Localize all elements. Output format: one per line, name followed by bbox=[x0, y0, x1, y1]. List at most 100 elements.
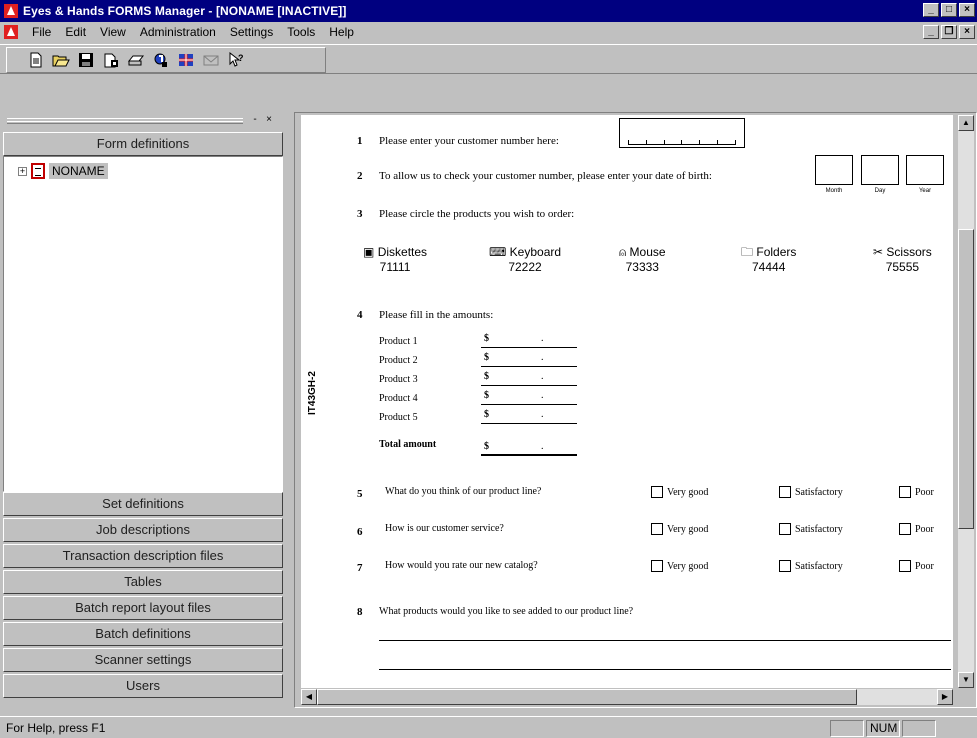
tree-item-noname[interactable]: + NONAME bbox=[18, 163, 108, 179]
vertical-scroll-thumb[interactable] bbox=[958, 229, 974, 529]
flag-icon[interactable] bbox=[175, 50, 196, 71]
print-icon[interactable] bbox=[125, 50, 146, 71]
scroll-down-icon[interactable]: ▼ bbox=[958, 672, 974, 688]
amount-field[interactable]: $. bbox=[481, 371, 577, 386]
amount-field[interactable]: $. bbox=[481, 333, 577, 348]
panel-close-button[interactable]: × bbox=[263, 115, 275, 127]
maximize-button[interactable]: □ bbox=[941, 3, 957, 17]
menu-tools[interactable]: Tools bbox=[280, 25, 322, 39]
section-set-definitions[interactable]: Set definitions bbox=[3, 492, 283, 516]
product-code: 71111 bbox=[379, 260, 411, 274]
amount-field[interactable]: $. bbox=[481, 409, 577, 424]
size-grip bbox=[958, 689, 974, 705]
amount-label: Product 2 bbox=[379, 355, 418, 366]
toolbar: ? bbox=[0, 44, 977, 74]
svg-text:?: ? bbox=[238, 53, 244, 63]
dob-month-box[interactable] bbox=[815, 155, 853, 185]
open-icon[interactable] bbox=[50, 50, 71, 71]
q5-satisfactory-checkbox[interactable]: Satisfactory bbox=[779, 486, 843, 498]
dob-day-box[interactable] bbox=[861, 155, 899, 185]
help-pointer-icon[interactable]: ? bbox=[225, 50, 246, 71]
q2-text: To allow us to check your customer numbe… bbox=[379, 170, 712, 182]
section-scanner-settings[interactable]: Scanner settings bbox=[3, 648, 283, 672]
q6-very-good-checkbox[interactable]: Very good bbox=[651, 523, 708, 535]
product-mouse[interactable]: ⍝ Mouse 73333 bbox=[619, 245, 666, 275]
menu-file[interactable]: File bbox=[25, 25, 58, 39]
q7-very-good-checkbox[interactable]: Very good bbox=[651, 560, 708, 572]
product-name: Keyboard bbox=[509, 245, 562, 259]
q3-text: Please circle the products you wish to o… bbox=[379, 208, 575, 220]
section-form-definitions[interactable]: Form definitions bbox=[3, 132, 283, 156]
product-code: 73333 bbox=[625, 260, 659, 274]
section-job-descriptions[interactable]: Job descriptions bbox=[3, 518, 283, 542]
horizontal-scroll-thumb[interactable] bbox=[317, 689, 857, 705]
scan-icon[interactable] bbox=[150, 50, 171, 71]
product-name: Diskettes bbox=[377, 245, 428, 259]
menu-edit[interactable]: Edit bbox=[58, 25, 93, 39]
horizontal-scrollbar[interactable]: ◀ ▶ bbox=[301, 689, 953, 705]
dob-day-label: Day bbox=[874, 188, 886, 194]
status-help-text: For Help, press F1 bbox=[6, 721, 106, 735]
section-tables[interactable]: Tables bbox=[3, 570, 283, 594]
status-pane-empty bbox=[830, 720, 864, 737]
tree-item-label[interactable]: NONAME bbox=[49, 163, 108, 179]
folder-icon: 🗀 bbox=[741, 245, 754, 259]
new-icon[interactable] bbox=[25, 50, 46, 71]
product-folders[interactable]: 🗀 Folders 74444 bbox=[741, 245, 796, 275]
product-diskettes[interactable]: ▣ Diskettes 71111 bbox=[363, 245, 427, 275]
amount-label: Product 4 bbox=[379, 393, 418, 404]
expand-icon[interactable]: + bbox=[18, 166, 27, 176]
q5-poor-checkbox[interactable]: Poor bbox=[899, 486, 934, 498]
answer-line[interactable] bbox=[379, 640, 951, 641]
customer-number-box[interactable] bbox=[619, 118, 745, 148]
vertical-scrollbar[interactable]: ▲ ▼ bbox=[958, 115, 974, 688]
product-code: 75555 bbox=[885, 260, 920, 274]
diskette-icon: ▣ bbox=[363, 245, 375, 259]
menu-administration[interactable]: Administration bbox=[133, 25, 223, 39]
doc-close-button[interactable]: × bbox=[959, 25, 975, 39]
q7-satisfactory-checkbox[interactable]: Satisfactory bbox=[779, 560, 843, 572]
close-button[interactable]: × bbox=[959, 3, 975, 17]
menu-settings[interactable]: Settings bbox=[223, 25, 280, 39]
amount-field[interactable]: $. bbox=[481, 390, 577, 405]
form-page[interactable]: IT43GH-2 1 Please enter your customer nu… bbox=[301, 115, 953, 688]
properties-icon[interactable] bbox=[100, 50, 121, 71]
save-icon[interactable] bbox=[75, 50, 96, 71]
window-title: Eyes & Hands FORMS Manager - [NONAME [IN… bbox=[23, 4, 347, 18]
q5-text: What do you think of our product line? bbox=[385, 486, 542, 497]
mail-icon[interactable] bbox=[200, 50, 221, 71]
mouse-icon: ⍝ bbox=[619, 245, 627, 259]
app-icon bbox=[4, 4, 18, 18]
scroll-up-icon[interactable]: ▲ bbox=[958, 115, 974, 131]
menu-view[interactable]: View bbox=[93, 25, 133, 39]
section-batch-definitions[interactable]: Batch definitions bbox=[3, 622, 283, 646]
product-name: Folders bbox=[756, 245, 797, 259]
panel-grip-lower bbox=[7, 121, 243, 124]
scroll-left-icon[interactable]: ◀ bbox=[301, 689, 317, 705]
q6-poor-checkbox[interactable]: Poor bbox=[899, 523, 934, 535]
minimize-button[interactable]: _ bbox=[923, 3, 939, 17]
q6-satisfactory-checkbox[interactable]: Satisfactory bbox=[779, 523, 843, 535]
q7-number: 7 bbox=[357, 562, 363, 574]
section-users[interactable]: Users bbox=[3, 674, 283, 698]
panel-header: - × bbox=[3, 112, 283, 132]
dob-year-box[interactable] bbox=[906, 155, 944, 185]
answer-line[interactable] bbox=[379, 669, 951, 670]
q7-poor-checkbox[interactable]: Poor bbox=[899, 560, 934, 572]
document-icon[interactable] bbox=[3, 24, 19, 40]
form-document-icon bbox=[31, 163, 45, 179]
status-pane-scroll bbox=[902, 720, 936, 737]
section-transaction-description-files[interactable]: Transaction description files bbox=[3, 544, 283, 568]
product-keyboard[interactable]: ⌨ Keyboard 72222 bbox=[489, 245, 561, 275]
panel-pin-button[interactable]: - bbox=[249, 115, 261, 127]
amount-label: Product 5 bbox=[379, 412, 418, 423]
product-scissors[interactable]: ✂ Scissors 75555 bbox=[873, 245, 932, 275]
doc-minimize-button[interactable]: _ bbox=[923, 25, 939, 39]
section-batch-report-layout-files[interactable]: Batch report layout files bbox=[3, 596, 283, 620]
q5-very-good-checkbox[interactable]: Very good bbox=[651, 486, 708, 498]
menu-help[interactable]: Help bbox=[322, 25, 361, 39]
total-amount-field[interactable]: $. bbox=[481, 441, 577, 456]
doc-restore-button[interactable]: ❐ bbox=[941, 25, 957, 39]
amount-field[interactable]: $. bbox=[481, 352, 577, 367]
scroll-right-icon[interactable]: ▶ bbox=[937, 689, 953, 705]
